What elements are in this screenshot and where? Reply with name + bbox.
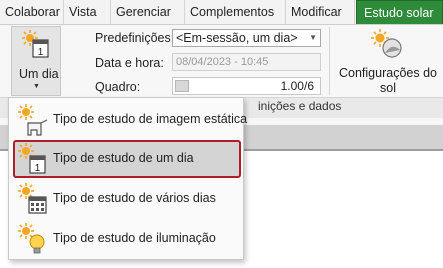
panel-title: inições e dados xyxy=(258,99,342,113)
ribbon-separator xyxy=(329,27,330,95)
frame-value: 1.00/6 xyxy=(280,79,314,93)
svg-text:1: 1 xyxy=(38,47,44,58)
tab-colaborar[interactable]: Colaborar xyxy=(0,0,64,24)
sun-settings-label-line1: Configurações do xyxy=(339,66,437,80)
menu-item-still-image-study[interactable]: Tipo de estudo de imagem estática xyxy=(13,101,247,139)
date-time-value: 08/04/2023 - 10:45 xyxy=(176,56,269,68)
sun-settings-icon xyxy=(371,29,402,58)
sun-settings-button[interactable]: Configurações do sol xyxy=(334,26,440,96)
presets-label: Predefinições: xyxy=(95,31,175,45)
study-type-button[interactable]: 1 Um dia ▼ xyxy=(11,26,61,96)
svg-text:1: 1 xyxy=(35,163,41,174)
frame-slider[interactable]: 1.00/6 xyxy=(172,77,321,95)
tab-gerenciar[interactable]: Gerenciar xyxy=(111,0,185,24)
tab-label: Colaborar xyxy=(5,5,60,19)
tab-label: Gerenciar xyxy=(116,5,171,19)
slider-thumb[interactable] xyxy=(175,80,189,92)
single-day-study-icon: 1 xyxy=(22,30,49,58)
chevron-down-icon: ▼ xyxy=(33,83,40,90)
tab-label: Estudo solar xyxy=(364,6,434,20)
tab-label: Modificar xyxy=(291,5,342,19)
presets-dropdown[interactable]: <Em-sessão, um dia> ▼ xyxy=(172,29,321,47)
menu-item-label: Tipo de estudo de um dia xyxy=(53,151,194,165)
chevron-down-icon: ▼ xyxy=(309,33,317,42)
ribbon-tab-strip: Colaborar Vista Gerenciar Complementos M… xyxy=(0,0,443,25)
sun-settings-label: Configurações do sol xyxy=(336,66,440,96)
menu-item-multi-day-study[interactable]: Tipo de estudo de vários dias xyxy=(13,180,241,218)
tab-complementos[interactable]: Complementos xyxy=(185,0,286,24)
tab-estudo-solar[interactable]: Estudo solar xyxy=(356,0,443,24)
multi-day-study-icon xyxy=(18,183,47,214)
study-type-button-label: Um dia xyxy=(19,67,59,81)
lighting-study-icon xyxy=(18,223,45,254)
presets-value: <Em-sessão, um dia> xyxy=(176,31,298,45)
frame-label: Quadro: xyxy=(95,80,141,94)
sun-settings-label-line2: sol xyxy=(380,81,396,95)
study-type-menu: Tipo de estudo de imagem estática 1 Tipo… xyxy=(8,97,247,260)
single-day-study-icon: 1 xyxy=(18,143,46,174)
menu-item-label: Tipo de estudo de vários dias xyxy=(53,191,216,205)
date-time-label: Data e hora: xyxy=(95,56,164,70)
date-time-field: 08/04/2023 - 10:45 xyxy=(172,53,321,71)
menu-item-single-day-study[interactable]: 1 Tipo de estudo de um dia xyxy=(13,140,241,178)
tab-modificar[interactable]: Modificar xyxy=(286,0,355,24)
menu-item-lighting-study[interactable]: Tipo de estudo de iluminação xyxy=(13,220,241,258)
tab-label: Vista xyxy=(69,5,97,19)
tab-vista[interactable]: Vista xyxy=(64,0,111,24)
menu-item-label: Tipo de estudo de iluminação xyxy=(53,231,216,245)
still-image-study-icon xyxy=(18,104,48,136)
tab-label: Complementos xyxy=(190,5,275,19)
menu-item-label: Tipo de estudo de imagem estática xyxy=(53,112,248,126)
